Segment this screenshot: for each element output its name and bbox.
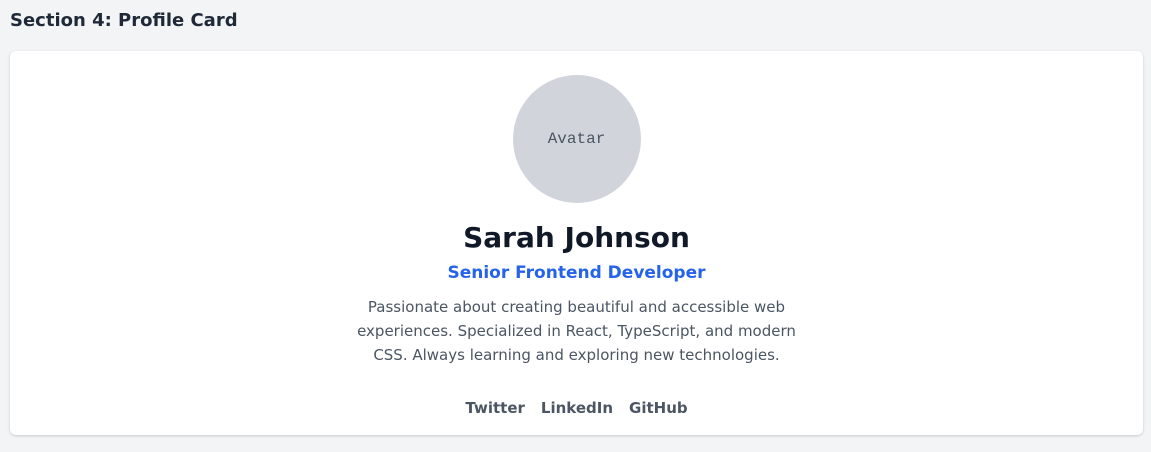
profile-role: Senior Frontend Developer bbox=[447, 263, 706, 283]
linkedin-link[interactable]: LinkedIn bbox=[541, 398, 613, 418]
avatar-label: Avatar bbox=[547, 130, 606, 148]
profile-card: Avatar Sarah Johnson Senior Frontend Dev… bbox=[10, 51, 1143, 435]
social-links: Twitter LinkedIn GitHub bbox=[465, 398, 687, 418]
profile-name: Sarah Johnson bbox=[463, 221, 690, 254]
github-link[interactable]: GitHub bbox=[629, 398, 688, 418]
twitter-link[interactable]: Twitter bbox=[465, 398, 525, 418]
profile-bio: Passionate about creating beautiful and … bbox=[357, 298, 796, 364]
avatar: Avatar bbox=[512, 75, 641, 203]
section-title: Section 4: Profile Card bbox=[10, 10, 238, 31]
